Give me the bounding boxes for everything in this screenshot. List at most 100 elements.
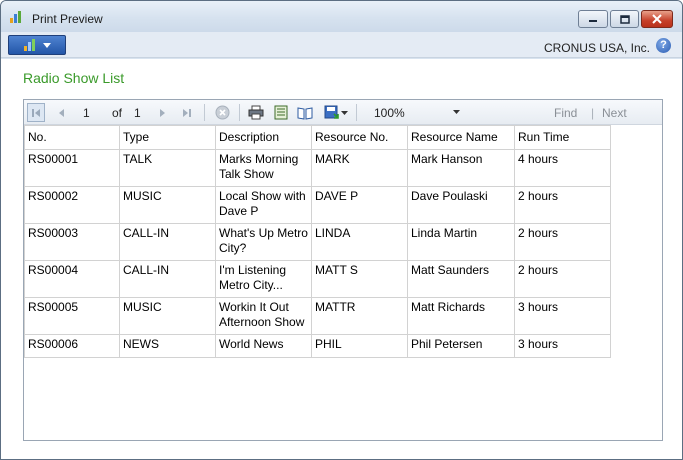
cell-type: CALL-IN <box>119 260 216 298</box>
radio-show-table: No. Type Description Resource No. Resour… <box>24 125 611 358</box>
cell-resource-name: Phil Petersen <box>407 334 515 358</box>
find-button[interactable]: Find <box>554 106 577 120</box>
page-title: Radio Show List <box>23 70 125 86</box>
zoom-value: 100% <box>374 106 405 120</box>
cell-no: RS00005 <box>24 297 120 335</box>
find-separator: | <box>591 106 595 120</box>
column-header-no: No. <box>24 125 120 150</box>
page-number-input[interactable]: 1 <box>76 101 106 123</box>
maximize-button[interactable] <box>610 10 639 28</box>
cell-resource-name: Linda Martin <box>407 223 515 261</box>
column-header-resource-name: Resource Name <box>407 125 515 150</box>
chevron-down-icon <box>453 110 460 114</box>
page-of-label: of <box>112 106 123 120</box>
cell-resource-name: Matt Saunders <box>407 260 515 298</box>
toolbar-separator <box>204 104 205 121</box>
printer-icon <box>248 105 264 120</box>
cell-resource-no: MATT S <box>311 260 408 298</box>
cell-no: RS00001 <box>24 149 120 187</box>
table-row: RS00002 MUSIC Local Show with Dave P DAV… <box>24 186 611 224</box>
cell-resource-name: Matt Richards <box>407 297 515 335</box>
minimize-icon <box>589 20 597 22</box>
chevron-down-icon <box>341 110 348 115</box>
cell-no: RS00002 <box>24 186 120 224</box>
export-button[interactable] <box>323 105 349 120</box>
last-page-button[interactable] <box>179 105 195 120</box>
table-row: RS00003 CALL-IN What's Up Metro City? LI… <box>24 223 611 261</box>
next-button[interactable]: Next <box>602 106 627 120</box>
minimize-button[interactable] <box>578 10 608 28</box>
previous-page-button[interactable] <box>54 105 68 120</box>
cell-description: Workin It Out Afternoon Show <box>215 297 312 335</box>
last-page-icon <box>183 108 191 117</box>
cell-type: NEWS <box>119 334 216 358</box>
close-button[interactable] <box>641 10 673 28</box>
cell-no: RS00003 <box>24 223 120 261</box>
cell-resource-no: MARK <box>311 149 408 187</box>
cell-run-time: 2 hours <box>514 260 611 298</box>
cell-type: MUSIC <box>119 186 216 224</box>
navigation-bar: CRONUS USA, Inc. ? <box>1 32 682 58</box>
next-page-button[interactable] <box>156 105 170 120</box>
book-icon <box>297 106 313 120</box>
page-total: 1 <box>134 106 141 120</box>
cell-type: CALL-IN <box>119 223 216 261</box>
column-header-run-time: Run Time <box>514 125 611 150</box>
page-setup-button[interactable] <box>296 105 314 120</box>
report-viewer: 1 of 1 100% Find | Next No. Type Descrip… <box>23 99 663 441</box>
first-page-button[interactable] <box>27 103 45 122</box>
cell-description: I'm Listening Metro City... <box>215 260 312 298</box>
window-title: Print Preview <box>32 12 103 26</box>
column-header-type: Type <box>119 125 216 150</box>
close-icon <box>652 14 662 24</box>
page-layout-icon <box>274 105 288 120</box>
toolbar-separator <box>356 104 357 121</box>
cell-resource-no: PHIL <box>311 334 408 358</box>
main-content: Radio Show List 1 of 1 100% Find | Next … <box>1 59 682 459</box>
cell-run-time: 3 hours <box>514 334 611 358</box>
cell-no: RS00004 <box>24 260 120 298</box>
zoom-select[interactable]: 100% <box>367 101 475 123</box>
cell-resource-no: MATTR <box>311 297 408 335</box>
cell-run-time: 4 hours <box>514 149 611 187</box>
page-current: 1 <box>83 106 90 120</box>
table-row: RS00006 NEWS World News PHIL Phil Peters… <box>24 334 611 358</box>
maximize-icon <box>619 14 630 24</box>
cell-run-time: 2 hours <box>514 186 611 224</box>
cell-description: What's Up Metro City? <box>215 223 312 261</box>
cell-description: Marks Morning Talk Show <box>215 149 312 187</box>
title-bar[interactable]: Print Preview <box>1 1 682 32</box>
column-header-resource-no: Resource No. <box>311 125 408 150</box>
company-name: CRONUS USA, Inc. <box>543 41 650 55</box>
report-toolbar: 1 of 1 100% Find | Next <box>24 100 662 125</box>
cell-run-time: 3 hours <box>514 297 611 335</box>
table-header-row: No. Type Description Resource No. Resour… <box>24 125 611 150</box>
column-header-description: Description <box>215 125 312 150</box>
print-button[interactable] <box>247 105 265 120</box>
print-preview-window: Print Preview CRONUS USA, Inc. ? Radio S… <box>0 0 683 460</box>
table-row: RS00001 TALK Marks Morning Talk Show MAR… <box>24 149 611 187</box>
cell-resource-name: Dave Poulaski <box>407 186 515 224</box>
stop-icon <box>215 105 229 120</box>
cell-resource-no: LINDA <box>311 223 408 261</box>
next-page-icon <box>160 108 165 117</box>
app-logo-icon <box>23 39 35 51</box>
application-menu-button[interactable] <box>8 35 66 55</box>
cell-type: TALK <box>119 149 216 187</box>
previous-page-icon <box>59 108 64 117</box>
app-logo-icon <box>10 11 21 23</box>
cell-description: Local Show with Dave P <box>215 186 312 224</box>
table-row: RS00004 CALL-IN I'm Listening Metro City… <box>24 260 611 298</box>
toolbar-separator <box>239 104 240 121</box>
help-icon[interactable]: ? <box>656 38 671 53</box>
stop-button[interactable] <box>213 105 231 120</box>
cell-type: MUSIC <box>119 297 216 335</box>
cell-description: World News <box>215 334 312 358</box>
cell-resource-name: Mark Hanson <box>407 149 515 187</box>
cell-resource-no: DAVE P <box>311 186 408 224</box>
print-layout-button[interactable] <box>272 105 290 120</box>
chevron-down-icon <box>42 42 51 48</box>
save-export-icon <box>324 105 339 119</box>
first-page-icon <box>32 108 40 117</box>
table-row: RS00005 MUSIC Workin It Out Afternoon Sh… <box>24 297 611 335</box>
